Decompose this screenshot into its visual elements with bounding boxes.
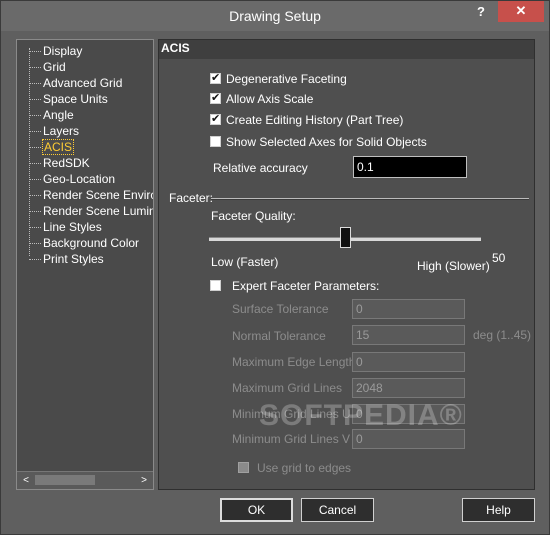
- settings-tree: Display Grid Advanced Grid Space Units A…: [16, 39, 154, 490]
- cancel-button[interactable]: Cancel: [301, 498, 374, 522]
- tree-item-label: Print Styles: [43, 252, 104, 266]
- max-edge-length-label: Maximum Edge Length: [232, 355, 356, 369]
- tree-item-label: Layers: [43, 124, 80, 138]
- drawing-setup-dialog: Drawing Setup ? ✕ Display Grid Advanced …: [0, 0, 550, 535]
- relative-accuracy-label: Relative accuracy: [213, 161, 308, 175]
- scroll-right-icon[interactable]: >: [137, 474, 151, 487]
- max-edge-length-input[interactable]: 0: [352, 352, 465, 372]
- show-selected-axes-checkbox[interactable]: [210, 136, 221, 147]
- tree-item-label: RedSDK: [43, 156, 90, 170]
- title-help-button[interactable]: ?: [468, 3, 494, 21]
- use-grid-to-edges-checkbox[interactable]: [238, 462, 249, 473]
- scroll-left-icon[interactable]: <: [19, 474, 33, 487]
- max-grid-lines-input[interactable]: 2048: [352, 378, 465, 398]
- ok-button[interactable]: OK: [220, 498, 293, 522]
- allow-axis-scale-label: Allow Axis Scale: [226, 92, 314, 106]
- tree-item-label: Render Scene Luminance: [43, 204, 153, 218]
- tree-item-label: Background Color: [43, 236, 140, 250]
- window-title: Drawing Setup: [229, 8, 321, 24]
- tree-item-label: Line Styles: [43, 220, 102, 234]
- min-grid-lines-v-input[interactable]: 0: [352, 429, 465, 449]
- normal-tolerance-label: Normal Tolerance: [232, 329, 326, 343]
- tree-item-label: Grid: [43, 60, 66, 74]
- max-grid-lines-label: Maximum Grid Lines: [232, 381, 343, 395]
- normal-tolerance-input[interactable]: 15: [352, 325, 465, 345]
- faceter-quality-label: Faceter Quality:: [211, 209, 296, 223]
- title-bar[interactable]: Drawing Setup ? ✕: [1, 1, 549, 31]
- help-button[interactable]: Help: [462, 498, 535, 522]
- tree-item-label: Geo-Location: [43, 172, 116, 186]
- tree-item-label: ACIS: [42, 139, 75, 155]
- relative-accuracy-input[interactable]: 0.1: [353, 156, 467, 178]
- tree-item-label: Render Scene Environment: [43, 188, 153, 202]
- scrollbar-thumb[interactable]: [35, 475, 95, 485]
- surface-tolerance-input[interactable]: 0: [352, 299, 465, 319]
- normal-tolerance-unit: deg (1..45): [473, 328, 532, 342]
- faceter-separator: [211, 198, 529, 200]
- surface-tolerance-label: Surface Tolerance: [232, 302, 329, 316]
- high-slower-label: High (Slower): [417, 259, 490, 273]
- use-grid-to-edges-label: Use grid to edges: [257, 461, 352, 475]
- low-faster-label: Low (Faster): [211, 255, 279, 269]
- tree-item-label: Space Units: [43, 92, 108, 106]
- tree-connector-line: [29, 48, 30, 256]
- min-grid-lines-v-label: Minimum Grid Lines V: [232, 432, 351, 446]
- panel-title: ACIS: [159, 40, 534, 59]
- degenerative-faceting-label: Degenerative Faceting: [226, 72, 347, 86]
- faceter-quality-value: 50: [492, 251, 506, 265]
- close-button[interactable]: ✕: [498, 1, 544, 22]
- faceter-section-label: Faceter:: [169, 191, 214, 205]
- min-grid-lines-u-label: Minimum Grid Lines U: [232, 407, 351, 421]
- min-grid-lines-u-input[interactable]: 0: [352, 404, 465, 424]
- expert-faceter-checkbox[interactable]: [210, 280, 221, 291]
- show-selected-axes-label: Show Selected Axes for Solid Objects: [226, 135, 427, 149]
- editing-history-label: Create Editing History (Part Tree): [226, 113, 404, 127]
- editing-history-checkbox[interactable]: [210, 112, 221, 125]
- expert-faceter-label: Expert Faceter Parameters:: [232, 279, 380, 293]
- tree-item-label: Advanced Grid: [43, 76, 123, 90]
- degenerative-faceting-checkbox[interactable]: [210, 71, 221, 84]
- faceter-quality-slider-thumb[interactable]: [340, 227, 351, 248]
- tree-item-label: Angle: [43, 108, 74, 122]
- tree-item-label: Display: [43, 44, 83, 58]
- tree-horizontal-scrollbar[interactable]: < >: [17, 471, 153, 489]
- allow-axis-scale-checkbox[interactable]: [210, 91, 221, 104]
